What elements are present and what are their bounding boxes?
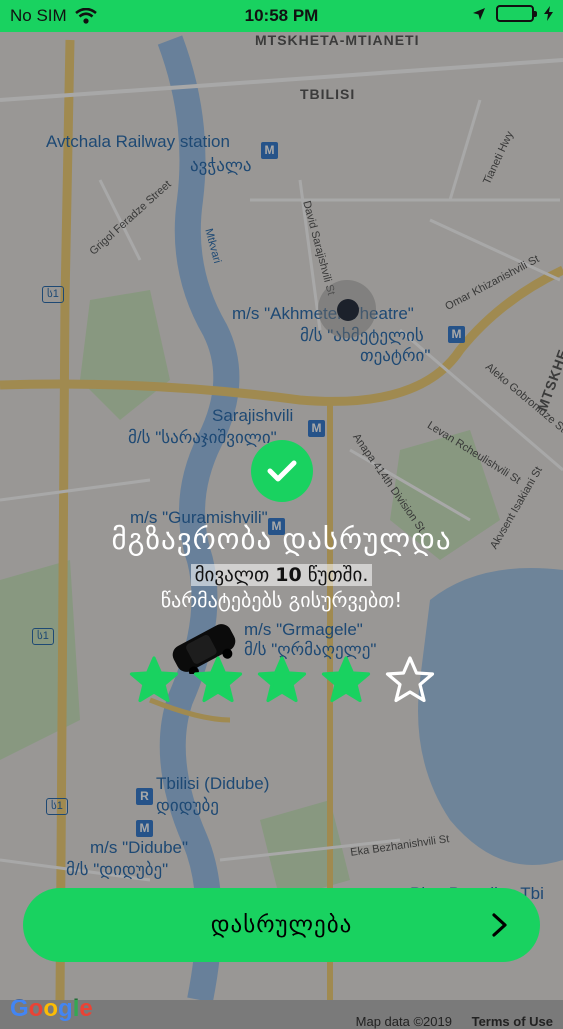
arrival-text: მივალთ 10 წუთში. — [190, 564, 373, 586]
arrival-text-post: წუთში. — [301, 564, 369, 586]
star-filled-icon[interactable] — [129, 655, 179, 705]
arrival-minutes: 10 — [275, 564, 302, 586]
success-check-icon — [251, 440, 313, 502]
trip-finished-subtitle: მივალთ 10 წუთში. წარმატებებს გისურვებთ! — [0, 563, 563, 614]
finish-button[interactable]: დასრულება — [23, 888, 540, 962]
star-filled-icon[interactable] — [193, 655, 243, 705]
battery-icon — [496, 5, 537, 22]
map-data-label: Map data ©2019 — [355, 1014, 452, 1029]
map-attribution: Map data ©2019 Terms of Use — [356, 1014, 553, 1029]
arrival-text-pre: მივალთ — [194, 564, 276, 586]
star-filled-icon[interactable] — [321, 655, 371, 705]
finish-button-label: დასრულება — [210, 912, 353, 938]
trip-finished-title: მგზავრობა დასრულდა — [111, 522, 452, 556]
charging-icon — [544, 6, 553, 21]
chevron-right-icon — [492, 913, 507, 937]
star-empty-icon[interactable] — [385, 655, 435, 705]
rating-stars — [0, 655, 563, 705]
terms-link[interactable]: Terms of Use — [472, 1014, 553, 1029]
good-luck-text: წარმატებებს გისურვებთ! — [160, 588, 403, 612]
star-filled-icon[interactable] — [257, 655, 307, 705]
location-arrow-icon — [473, 7, 485, 20]
dim-overlay — [0, 32, 563, 1000]
status-bar: No SIM 10:58 PM — [0, 0, 563, 32]
